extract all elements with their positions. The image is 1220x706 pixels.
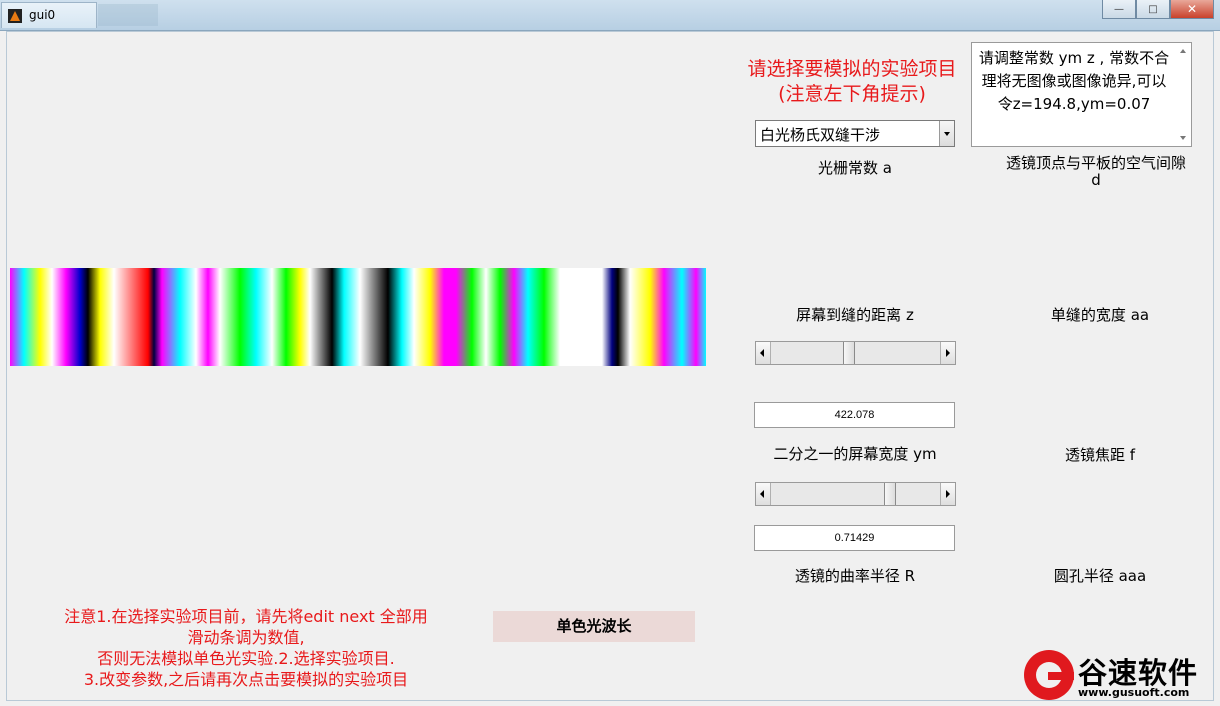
close-button[interactable]: ✕ [1170, 0, 1214, 19]
label-air-gap: 透镜顶点与平板的空气间隙 [1005, 154, 1186, 172]
matlab-icon [8, 9, 22, 23]
notice-line1: 注意1.在选择实验项目前，请先将edit next 全部用 [64, 607, 428, 626]
maximize-button[interactable]: □ [1136, 0, 1170, 19]
window-controls: — □ ✕ [1102, 0, 1214, 20]
experiment-dropdown[interactable]: 白光杨氏双缝干涉 [755, 120, 955, 147]
hint-line1: 请调整常数 ym z , 常数不合 [978, 49, 1170, 67]
z-slider[interactable] [755, 341, 956, 365]
notice-line2: 滑动条调为数值, [187, 628, 305, 647]
watermark-url: www.gusuoft.com [1078, 686, 1190, 699]
minimize-icon: — [1114, 3, 1124, 15]
label-half-screen-width: 二分之一的屏幕宽度 ym [773, 445, 937, 463]
window-tab[interactable]: gui0 [1, 2, 97, 28]
label-single-slit-width: 单缝的宽度 aa [1050, 306, 1150, 324]
ym-slider-left-arrow-icon[interactable] [756, 483, 771, 505]
title-bar: gui0 — □ ✕ [0, 0, 1220, 31]
select-prompt: 请选择要模拟的实验项目 (注意左下角提示) [734, 57, 970, 107]
label-air-gap-var: d [1091, 171, 1101, 189]
interference-pattern-image [10, 268, 706, 366]
ym-value-input[interactable] [754, 525, 955, 551]
usage-notice: 注意1.在选择实验项目前，请先将edit next 全部用 滑动条调为数值, 否… [26, 606, 466, 690]
select-prompt-line1: 请选择要模拟的实验项目 [747, 58, 957, 80]
background-tab [98, 4, 158, 26]
ym-slider[interactable] [755, 482, 956, 506]
z-slider-thumb[interactable] [843, 342, 856, 364]
scroll-down-icon[interactable] [1180, 136, 1186, 140]
select-prompt-line2: (注意左下角提示) [778, 83, 926, 105]
close-icon: ✕ [1186, 2, 1198, 16]
label-grating-constant: 光栅常数 a [818, 159, 892, 177]
label-screen-distance: 屏幕到缝的距离 z [796, 306, 914, 324]
hint-line3: 令z=194.8,ym=0.07 [997, 95, 1151, 113]
z-slider-right-arrow-icon[interactable] [940, 342, 955, 364]
label-hole-radius: 圆孔半径 aaa [1053, 567, 1147, 585]
label-curvature-radius: 透镜的曲率半径 R [794, 567, 916, 585]
z-slider-left-arrow-icon[interactable] [756, 342, 771, 364]
label-focal-length: 透镜焦距 f [1064, 446, 1136, 464]
z-value-input[interactable] [754, 402, 955, 428]
gusu-logo-icon [1024, 650, 1074, 700]
hint-textbox[interactable]: 请调整常数 ym z , 常数不合 理将无图像或图像诡异,可以 令z=194.8… [971, 42, 1192, 147]
experiment-dropdown-value: 白光杨氏双缝干涉 [760, 126, 881, 144]
maximize-icon: □ [1148, 3, 1158, 15]
hint-scrollbar[interactable] [1176, 43, 1191, 146]
minimize-button[interactable]: — [1102, 0, 1136, 19]
notice-line4: 3.改变参数,之后请再次点击要模拟的实验项目 [83, 670, 409, 689]
hint-text: 请调整常数 ym z , 常数不合 理将无图像或图像诡异,可以 令z=194.8… [974, 47, 1174, 116]
window-title: gui0 [29, 8, 56, 22]
watermark-logo: 谷速软件 www.gusuoft.com [1020, 650, 1216, 702]
ym-slider-thumb[interactable] [884, 483, 897, 505]
ym-slider-right-arrow-icon[interactable] [940, 483, 955, 505]
chevron-down-icon[interactable] [939, 121, 954, 146]
hint-line2: 理将无图像或图像诡异,可以 [981, 72, 1167, 90]
monochrome-wavelength-button[interactable]: 单色光波长 [493, 611, 695, 642]
notice-line3: 否则无法模拟单色光实验.2.选择实验项目. [97, 649, 395, 668]
scroll-up-icon[interactable] [1180, 49, 1186, 53]
